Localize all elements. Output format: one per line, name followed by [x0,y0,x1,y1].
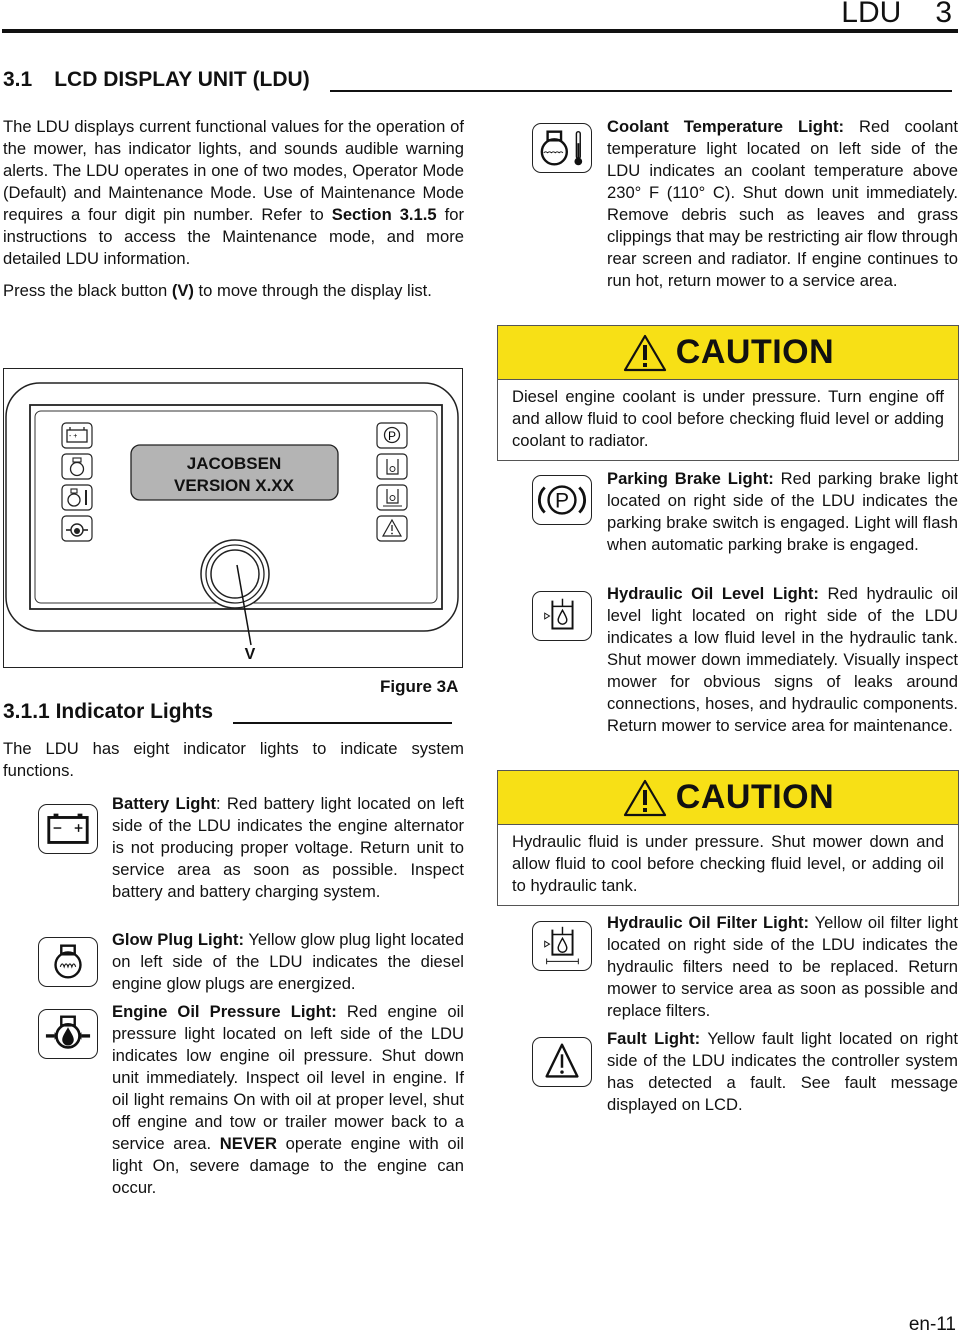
glow-plug-icon [38,937,98,987]
figure-caption: Figure 3A [380,677,459,696]
section-reference: Section 3.1.5 [331,205,437,224]
button-reference: (V) [171,281,194,300]
svg-text:- +: - + [69,433,77,440]
caution-text: Diesel engine coolant is under pressure.… [512,387,944,450]
caution-label: CAUTION [675,333,835,371]
coolant-light-text: Red coolant temperature light located on… [607,117,958,290]
section-number: 3.1 [3,68,33,91]
button-label: V [245,646,256,663]
svg-text:P: P [388,429,396,443]
coolant-light-title: Coolant Temperature Light: [607,117,845,136]
lcd-line-2: VERSION X.XX [174,476,295,495]
subsection-title-text: Indicator Lights [55,700,214,723]
intro-text: The LDU displays current functional valu… [3,116,464,302]
oil-pressure-light-title: Engine Oil Pressure Light: [112,1002,337,1021]
oil-pressure-icon [38,1009,98,1059]
header-title: LDU 3 [841,0,952,30]
hydraulic-oil-filter-icon [376,484,408,511]
battery-icon [38,804,98,854]
hydraulic-oil-level-light-text: Red hydraulic oil level light located on… [607,584,958,735]
subsection-intro-text: The LDU has eight indicator lights to in… [3,739,464,780]
page-header: LDU 3 [0,0,960,36]
never-warning: NEVER [219,1134,277,1153]
lcd-line-1: JACOBSEN [187,454,281,473]
hydraulic-oil-filter-icon [532,921,592,971]
oil-pressure-icon [61,515,93,542]
ldu-figure: JACOBSEN VERSION X.XX - + P V [3,368,463,668]
fault-light-title: Fault Light: [607,1029,701,1048]
caution-text: Hydraulic fluid is under pressure. Shut … [512,832,944,895]
warning-triangle-icon [623,334,666,371]
coolant-light-description: Coolant Temperature Light: Red coolant t… [607,116,958,292]
coolant-temperature-icon [532,123,592,173]
subsection-rule [233,722,452,724]
caution-banner: CAUTION [498,771,958,825]
oil-pressure-light-text: Red engine oil pressure light located on… [112,1002,464,1153]
hydraulic-oil-filter-light-title: Hydraulic Oil Filter Light: [607,913,810,932]
oil-pressure-light-description: Engine Oil Pressure Light: Red engine oi… [112,1001,464,1199]
hydraulic-oil-level-light-title: Hydraulic Oil Level Light: [607,584,819,603]
parking-brake-icon: P [376,422,408,449]
intro-p2-b: to move through the display list. [193,281,432,300]
battery-icon: - + [61,422,93,449]
ldu-illustration: JACOBSEN VERSION X.XX - + P V [5,382,459,663]
caution-banner: CAUTION [498,326,958,380]
header-title-text: LDU [841,0,902,29]
parking-brake-light-title: Parking Brake Light: [607,469,774,488]
svg-text:P: P [555,490,569,513]
caution-box-coolant: CAUTION Diesel engine coolant is under p… [497,325,959,461]
warning-triangle-icon [623,779,666,816]
fault-icon [376,515,408,542]
coolant-temperature-icon [61,484,93,511]
section-title: 3.1 LCD DISPLAY UNIT (LDU) [3,68,310,92]
parking-brake-light-description: Parking Brake Light: Red parking brake l… [607,468,958,556]
glow-plug-light-description: Glow Plug Light: Yellow glow plug light … [112,929,464,995]
fault-icon [532,1037,592,1087]
intro-p2-a: Press the black button [3,281,172,300]
subsection-title: 3.1.1 Indicator Lights [3,700,213,724]
hydraulic-oil-filter-light-description: Hydraulic Oil Filter Light: Yellow oil f… [607,912,958,1022]
battery-light-title: Battery Light [112,794,216,813]
battery-light-description: Battery Light: Red battery light located… [112,793,464,903]
intro-paragraph-1: The LDU displays current functional valu… [3,116,464,270]
caution-box-hydraulic: CAUTION Hydraulic fluid is under pressur… [497,770,959,906]
subsection-number: 3.1.1 [3,700,50,723]
hydraulic-oil-level-light-description: Hydraulic Oil Level Light: Red hydraulic… [607,583,958,737]
fault-light-description: Fault Light: Yellow fault light located … [607,1028,958,1116]
hydraulic-oil-level-icon [376,453,408,480]
glow-plug-icon [61,453,93,480]
subsection-intro: The LDU has eight indicator lights to in… [3,738,464,782]
header-rule [2,29,958,33]
chapter-number: 3 [935,0,952,29]
section-title-text: LCD DISPLAY UNIT (LDU) [54,68,310,91]
section-rule [330,90,952,92]
glow-plug-light-title: Glow Plug Light: [112,930,244,949]
page-number: en-11 [908,1314,956,1335]
scroll-button[interactable] [200,539,270,609]
intro-paragraph-2: Press the black button (V) to move throu… [3,280,464,302]
caution-label: CAUTION [675,778,835,816]
hydraulic-oil-level-icon [532,591,592,641]
parking-brake-icon: P [532,475,592,525]
